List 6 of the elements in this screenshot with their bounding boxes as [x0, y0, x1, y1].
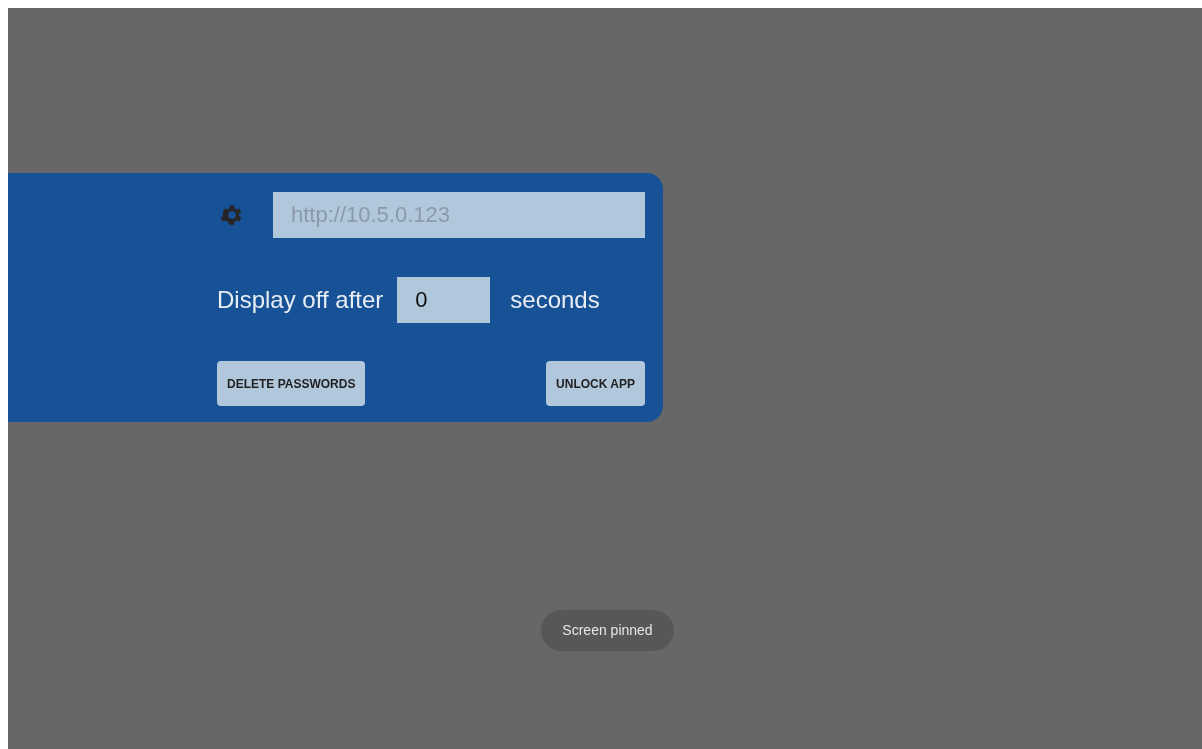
seconds-field[interactable]: 0	[397, 277, 491, 323]
seconds-label: seconds	[510, 285, 600, 315]
display-off-label: Display off after	[217, 285, 384, 315]
unlock-app-button[interactable]: UNLOCK APP	[546, 361, 645, 406]
screen-pinned-toast: Screen pinned	[541, 610, 674, 651]
delete-passwords-button[interactable]: DELETE PASSWORDS	[217, 361, 366, 406]
